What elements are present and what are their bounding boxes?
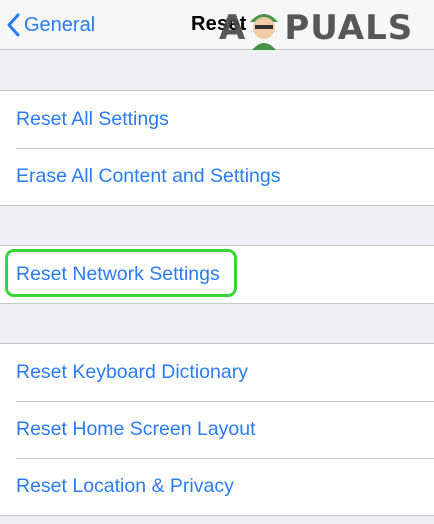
settings-group-3: Reset Keyboard Dictionary Reset Home Scr… (0, 343, 434, 516)
reset-all-settings-row[interactable]: Reset All Settings (0, 91, 434, 148)
reset-network-settings-row[interactable]: Reset Network Settings (0, 246, 434, 303)
reset-keyboard-dictionary-row[interactable]: Reset Keyboard Dictionary (0, 344, 434, 401)
watermark-text-right: PUALS (284, 8, 414, 48)
settings-group-1: Reset All Settings Erase All Content and… (0, 90, 434, 206)
reset-home-screen-layout-row[interactable]: Reset Home Screen Layout (0, 401, 434, 458)
watermark-text-left: A (219, 8, 247, 48)
chevron-left-icon (7, 13, 20, 37)
back-button[interactable]: General (6, 9, 95, 41)
appuals-watermark: A PUALS (219, 6, 413, 50)
reset-location-privacy-row[interactable]: Reset Location & Privacy (0, 458, 434, 515)
settings-group-2: Reset Network Settings (0, 245, 434, 304)
erase-all-content-row[interactable]: Erase All Content and Settings (0, 148, 434, 205)
back-button-label: General (24, 13, 96, 36)
mascot-logo-icon (250, 14, 279, 50)
